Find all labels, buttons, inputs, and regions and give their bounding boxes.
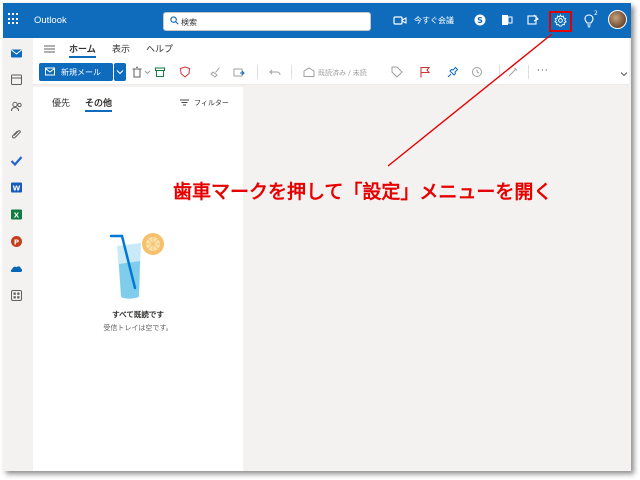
chevron-down-icon[interactable] (144, 66, 151, 78)
svg-text:X: X (14, 212, 20, 220)
meet-now-button[interactable]: 今すぐ会議 (414, 15, 454, 26)
tips-count-badge: 2 (594, 10, 598, 17)
empty-state-title: すべて既読です (112, 310, 164, 319)
skype-icon[interactable]: S (473, 13, 487, 27)
envelope-icon (45, 67, 55, 76)
avatar[interactable] (608, 10, 627, 29)
immersive-reader-icon[interactable] (507, 66, 519, 78)
excel-icon[interactable]: X (10, 208, 23, 221)
tab-view[interactable]: 表示 (112, 42, 130, 55)
mark-read-icon[interactable] (303, 66, 315, 78)
message-list: 優先 その他 フィルター すべて既読です 受信トレイは空です。 (33, 87, 243, 471)
app-title[interactable]: Outlook (34, 15, 67, 26)
annotation-callout: 歯車マークを押して「設定」メニューを開く (173, 181, 553, 203)
new-mail-button[interactable]: 新規メール (39, 63, 113, 81)
video-icon[interactable] (393, 15, 407, 26)
filter-icon[interactable] (180, 99, 189, 106)
pin-icon[interactable] (447, 66, 459, 78)
report-icon[interactable] (179, 66, 191, 78)
filter-button[interactable]: フィルター (194, 98, 229, 108)
search-placeholder[interactable]: 検索 (181, 17, 197, 28)
calendar-icon[interactable] (10, 73, 23, 86)
new-mail-dropdown[interactable] (114, 63, 126, 81)
mail-icon[interactable] (10, 47, 23, 60)
tab-other[interactable]: その他 (85, 96, 113, 112)
reading-pane (244, 87, 629, 471)
todo-icon[interactable] (10, 154, 23, 167)
more-options-button[interactable]: ··· (537, 66, 549, 76)
ribbon-separator (499, 65, 500, 79)
svg-text:W: W (13, 185, 21, 193)
onedrive-icon[interactable] (10, 262, 23, 275)
flag-icon[interactable] (419, 66, 431, 78)
sweep-icon[interactable] (210, 66, 222, 78)
chevron-down-icon[interactable] (620, 71, 628, 77)
snooze-icon[interactable] (471, 66, 483, 78)
office-icon[interactable] (500, 13, 514, 27)
people-icon[interactable] (10, 100, 23, 113)
more-apps-icon[interactable] (10, 289, 23, 302)
svg-text:P: P (14, 239, 19, 247)
svg-text:S: S (477, 16, 483, 25)
waffle-icon[interactable] (8, 13, 20, 25)
powerpoint-icon[interactable]: P (10, 235, 23, 248)
feedback-icon[interactable] (526, 13, 540, 27)
ribbon-separator (528, 65, 529, 79)
archive-icon[interactable] (154, 66, 166, 78)
attachment-icon[interactable] (10, 127, 23, 140)
ribbon-separator (291, 65, 292, 79)
chevron-down-icon (116, 70, 124, 75)
tab-focused[interactable]: 優先 (52, 96, 70, 109)
tag-icon[interactable] (391, 66, 403, 78)
tab-home[interactable]: ホーム (69, 42, 96, 58)
empty-inbox-illustration (109, 233, 164, 299)
gear-icon[interactable] (554, 14, 567, 27)
empty-state-subtitle: 受信トレイは空です。 (103, 324, 173, 332)
move-to-icon[interactable] (233, 66, 245, 78)
hamburger-icon[interactable] (44, 45, 55, 53)
ribbon-separator (257, 65, 258, 79)
undo-icon[interactable] (269, 66, 281, 78)
top-bar: Outlook 検索 今すぐ会議 S 2 (3, 3, 631, 38)
delete-icon[interactable] (131, 66, 143, 78)
tab-help[interactable]: ヘルプ (146, 42, 173, 55)
app-rail: W X P (3, 38, 31, 471)
new-mail-label: 新規メール (61, 68, 101, 77)
search-icon (170, 16, 179, 25)
word-icon[interactable]: W (10, 181, 23, 194)
outlook-window: Outlook 検索 今すぐ会議 S 2 W X P ホーム 表示 ヘルプ 新規… (3, 3, 631, 471)
mark-read-button[interactable]: 既読済み / 未読 (318, 68, 367, 78)
ribbon: ホーム 表示 ヘルプ 新規メール 既読済み / 未読 ··· (33, 38, 629, 85)
search-box[interactable]: 検索 (163, 12, 371, 31)
